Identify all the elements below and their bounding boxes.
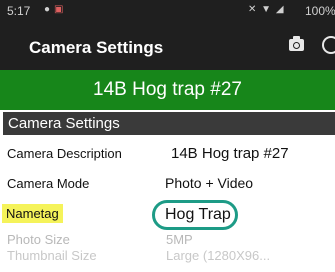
setting-label: Thumbnail Size	[7, 248, 97, 263]
refresh-icon[interactable]	[322, 36, 335, 54]
setting-value[interactable]: 14B Hog trap #27	[171, 145, 289, 162]
setting-row-camera-description[interactable]: Camera Description 14B Hog trap #27	[0, 142, 335, 168]
setting-value[interactable]: Large (1280X96...	[166, 248, 270, 263]
camera-icon[interactable]	[289, 36, 304, 51]
camera-name-banner: 14B Hog trap #27	[0, 70, 335, 110]
status-icons: ✕ ▼ ◢	[248, 4, 285, 15]
setting-label: Camera Mode	[7, 176, 90, 191]
page-title: Camera Settings	[29, 38, 164, 57]
setting-row-thumbnail-size[interactable]: Thumbnail Size Large (1280X96...	[0, 244, 335, 270]
section-header: Camera Settings	[3, 112, 335, 135]
setting-row-nametag[interactable]: Nametag Hog Trap	[0, 200, 335, 230]
battery-level: 100%	[305, 4, 335, 18]
setting-value[interactable]: Photo + Video	[165, 175, 253, 191]
app-bar: Camera Settings	[0, 24, 335, 70]
setting-row-camera-mode[interactable]: Camera Mode Photo + Video	[0, 172, 335, 198]
setting-label-highlighted: Nametag	[2, 204, 63, 223]
setting-label: Camera Description	[7, 146, 122, 161]
status-bar: 5:17 ● ▣ ✕ ▼ ◢ 100%	[0, 0, 335, 24]
setting-value[interactable]: Hog Trap	[165, 206, 231, 224]
notification-icon: ▣	[54, 4, 64, 15]
notification-dot-icon: ●	[44, 4, 51, 15]
status-time: 5:17	[7, 4, 31, 18]
annotation-circle: Hog Trap	[152, 200, 238, 230]
